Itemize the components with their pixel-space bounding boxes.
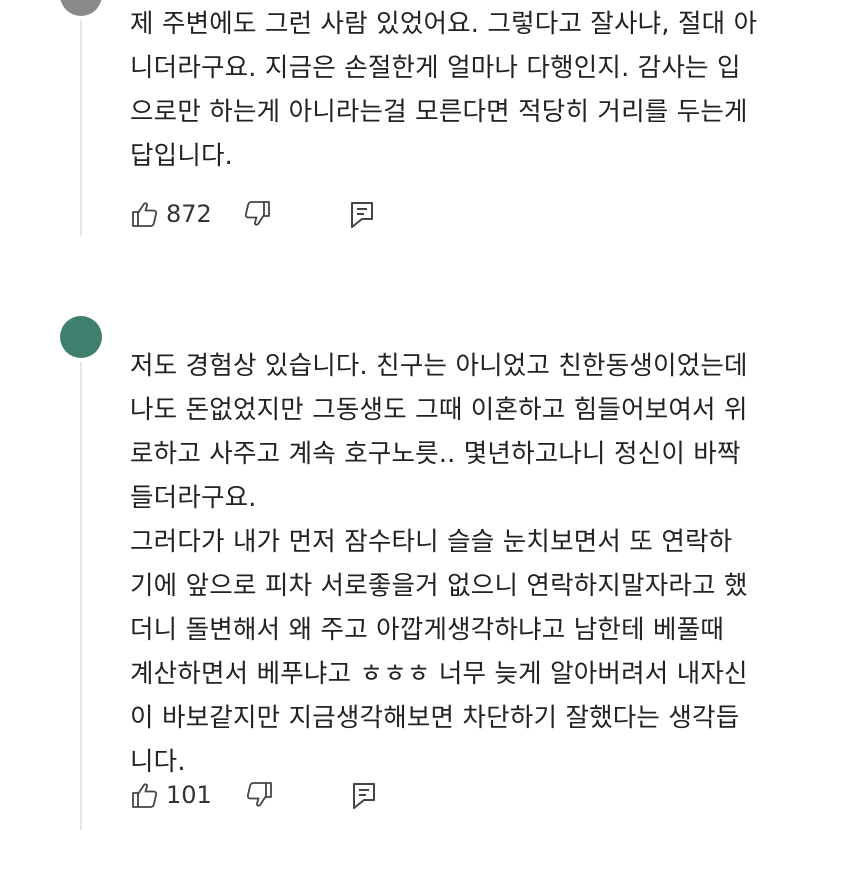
thumbs-up-icon xyxy=(130,199,160,229)
comment-line: 들더라구요. xyxy=(130,483,257,513)
comment-line: 니더라구요. 지금은 손절한게 얼마나 다행인지. 감사는 입 xyxy=(130,53,741,83)
like-button[interactable]: 872 xyxy=(130,199,212,229)
thread-line xyxy=(80,20,82,236)
comment-text: 저도 경험상 있습니다. 친구는 아니었고 친한동생이었는데 나도 돈없었지만 … xyxy=(130,344,810,784)
comment-line: 저도 경험상 있습니다. 친구는 아니었고 친한동생이었는데 xyxy=(130,351,748,381)
dislike-button[interactable] xyxy=(244,780,274,810)
like-count: 872 xyxy=(166,200,212,228)
thread-line xyxy=(80,362,82,830)
dislike-button[interactable] xyxy=(242,199,272,229)
comment-actions: 872 xyxy=(130,197,376,231)
comment-line: 기에 앞으로 피차 서로좋을거 없으니 연락하지말자라고 했 xyxy=(130,571,748,601)
comment-line: 이 바보같지만 지금생각해보면 차단하기 잘했다는 생각듭 xyxy=(130,703,740,733)
reply-icon xyxy=(348,199,376,229)
comment-line: 제 주변에도 그런 사람 있었어요. 그렇다고 잘사냐, 절대 아 xyxy=(130,9,758,39)
comment-line: 나도 돈없었지만 그동생도 그때 이혼하고 힘들어보여서 위 xyxy=(130,395,748,425)
reply-button[interactable] xyxy=(348,199,376,229)
comment-line: 그러다가 내가 먼저 잠수타니 슬슬 눈치보면서 또 연락하 xyxy=(130,527,733,557)
avatar[interactable] xyxy=(60,316,102,358)
thumbs-up-icon xyxy=(130,780,160,810)
thumbs-down-icon xyxy=(242,199,272,229)
like-count: 101 xyxy=(166,781,212,809)
reply-button[interactable] xyxy=(350,780,378,810)
thumbs-down-icon xyxy=(244,780,274,810)
avatar[interactable] xyxy=(60,0,102,16)
comment-actions: 101 xyxy=(130,778,378,812)
reply-icon xyxy=(350,780,378,810)
comment-line: 답입니다. xyxy=(130,141,233,171)
like-button[interactable]: 101 xyxy=(130,780,212,810)
comment-line: 계산하면서 베푸냐고 ㅎㅎㅎ 너무 늦게 알아버려서 내자신 xyxy=(130,659,748,689)
comment-line: 더니 돌변해서 왜 주고 아깝게생각하냐고 남한테 베풀때 xyxy=(130,615,725,645)
comment-line: 으로만 하는게 아니라는걸 모른다면 적당히 거리를 두는게 xyxy=(130,97,748,127)
comment-text: 제 주변에도 그런 사람 있었어요. 그렇다고 잘사냐, 절대 아 니더라구요.… xyxy=(130,2,810,178)
comment-line: 로하고 사주고 계속 호구노릇.. 몇년하고나니 정신이 바짝 xyxy=(130,439,741,469)
